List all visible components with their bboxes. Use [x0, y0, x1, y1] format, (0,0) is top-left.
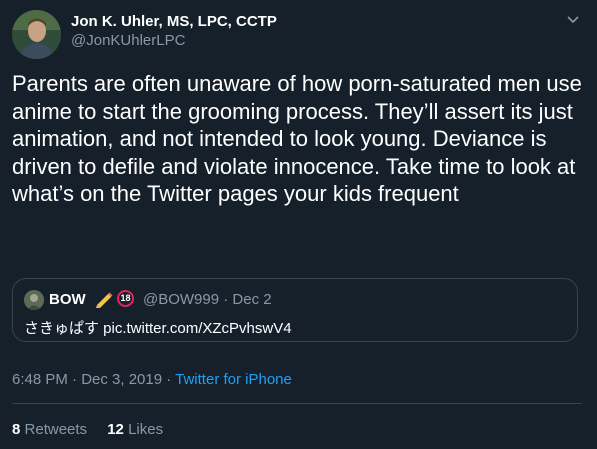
pencil-icon — [94, 290, 114, 308]
likes-stat[interactable]: 12 Likes — [107, 421, 163, 438]
likes-label: Likes — [128, 421, 164, 438]
engagement-stats: 8 Retweets 12 Likes — [12, 421, 179, 438]
retweets-label: Retweets — [24, 421, 88, 438]
quote-handle-date: @BOW999 · Dec 2 — [143, 291, 272, 308]
chevron-down-icon[interactable] — [565, 12, 581, 28]
retweets-count: 8 — [12, 421, 21, 438]
quote-text: さきゅぱす pic.twitter.com/XZcPvhswV4 — [24, 320, 292, 337]
author-handle[interactable]: @JonKUhlerLPC — [71, 31, 277, 51]
source-link[interactable]: Twitter for iPhone — [175, 371, 292, 388]
timestamp-text[interactable]: 6:48 PM · Dec 3, 2019 · — [12, 371, 175, 388]
tweet-text: Parents are often unaware of how porn-sa… — [12, 71, 582, 206]
author-avatar[interactable] — [12, 10, 61, 59]
quote-avatar — [24, 290, 44, 310]
no-under-18-icon: 18 — [117, 290, 134, 307]
quoted-tweet[interactable]: BOW 18 @BOW999 · Dec 2 さきゅぱす pic.twitter… — [12, 278, 578, 342]
quote-display-name: BOW — [49, 291, 86, 308]
likes-count: 12 — [107, 421, 124, 438]
author-info: Jon K. Uhler, MS, LPC, CCTP @JonKUhlerLP… — [71, 13, 277, 51]
divider — [12, 403, 582, 404]
author-display-name[interactable]: Jon K. Uhler, MS, LPC, CCTP — [71, 13, 277, 31]
tweet-timestamp: 6:48 PM · Dec 3, 2019 · Twitter for iPho… — [12, 371, 292, 388]
retweets-stat[interactable]: 8 Retweets — [12, 421, 87, 438]
